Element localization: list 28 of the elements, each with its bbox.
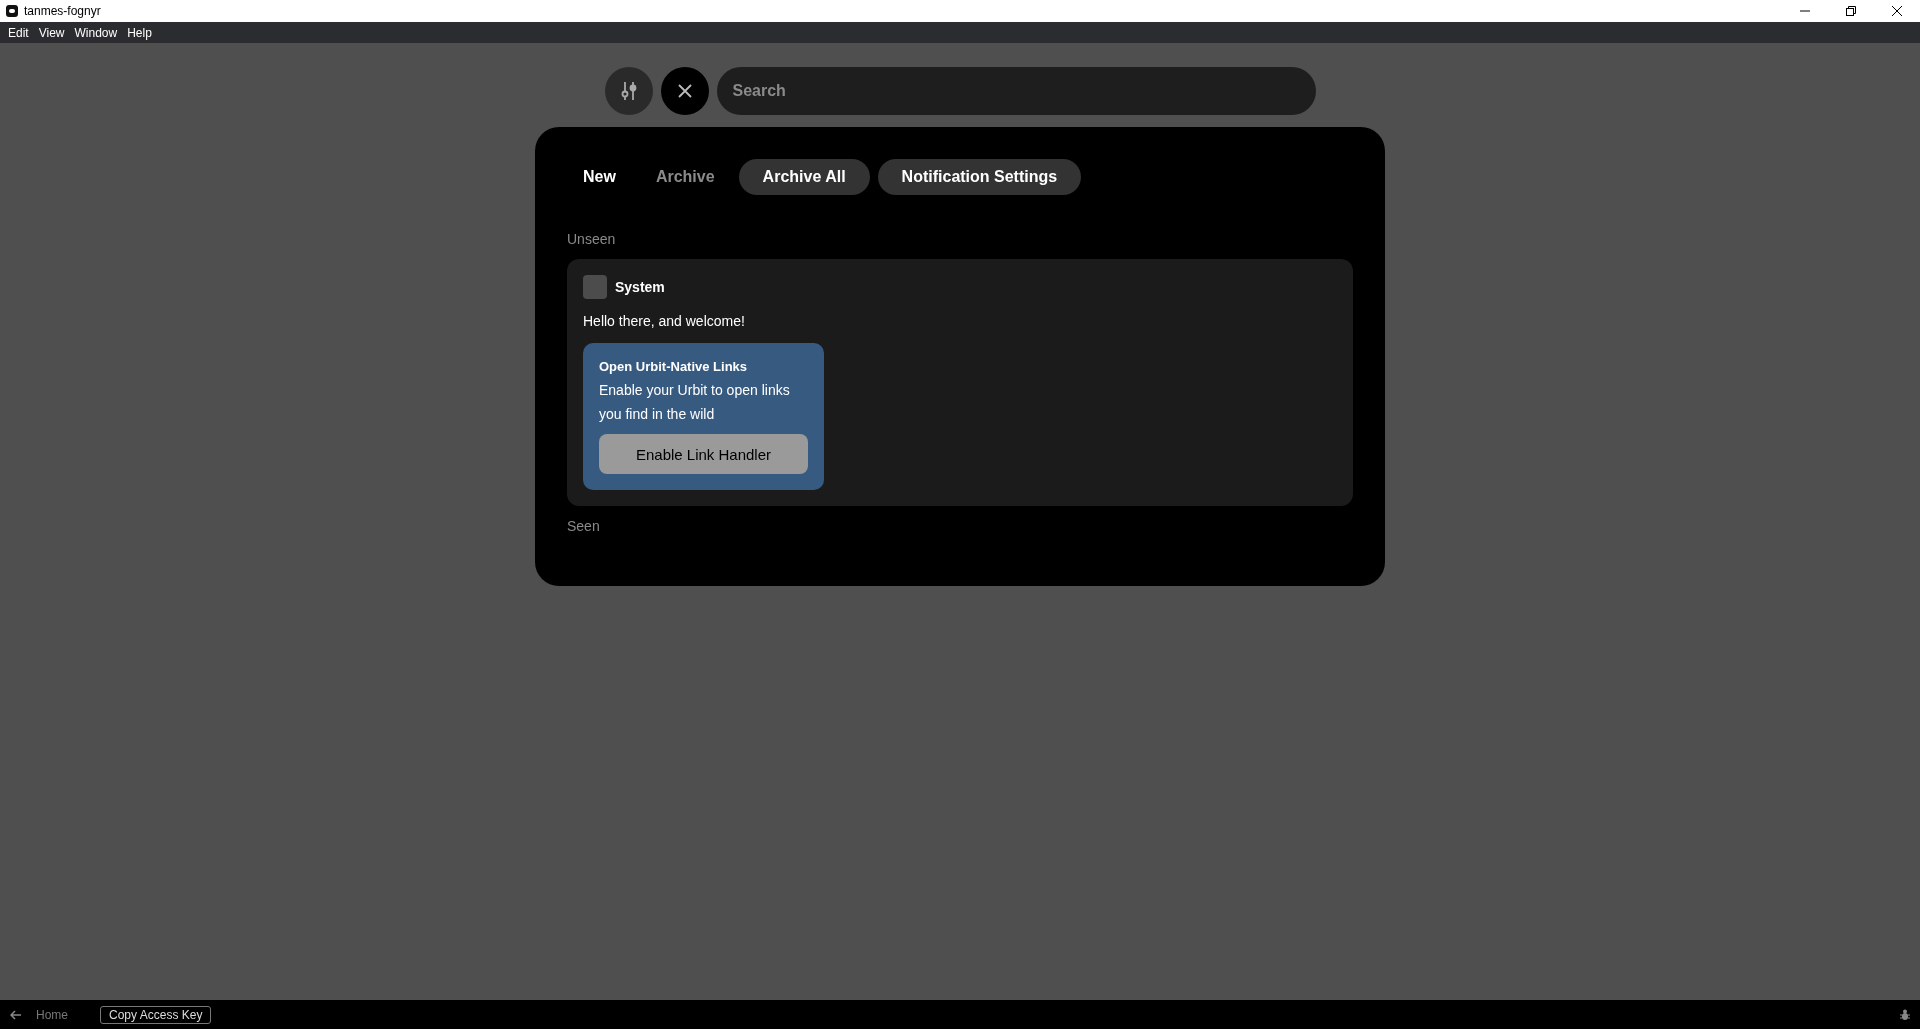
bug-icon[interactable] [1900,1009,1910,1020]
tab[interactable]: New [567,160,632,194]
filter-button[interactable] [604,67,653,115]
section-heading: Seen [567,518,601,534]
window-title: tanmes-fognyr [24,4,102,18]
section-heading: Unseen [567,231,617,247]
app-logo-icon [6,5,18,17]
prompt-text: Enable your Urbit to open links you find in the wild [599,381,791,424]
home-link[interactable]: Home [36,1007,68,1022]
back-arrow-icon[interactable] [10,1009,22,1020]
close-icon [677,84,692,98]
enable-button[interactable]: Enable Link Handler [599,434,808,474]
menu-item[interactable]: View [33,25,70,40]
app-name: System [615,279,665,295]
menu-item[interactable]: Edit [3,25,34,40]
app-icon [583,275,607,299]
search-field[interactable]: Search [716,67,1316,115]
action-button[interactable]: Archive All [738,159,870,195]
action-button[interactable]: Notification Settings [877,159,1082,195]
close-icon [1892,6,1902,16]
notification-message: Hello there, and welcome! [583,313,746,329]
menu-item[interactable]: Window [69,25,123,40]
prompt-title: Open Urbit-Native Links [599,359,749,374]
menu-item[interactable]: Help [122,25,157,40]
restore-icon [1846,6,1856,16]
tab[interactable]: Archive [639,160,731,194]
close-button[interactable] [660,67,709,115]
copy-key-button[interactable]: Copy Access Key [100,1005,212,1024]
